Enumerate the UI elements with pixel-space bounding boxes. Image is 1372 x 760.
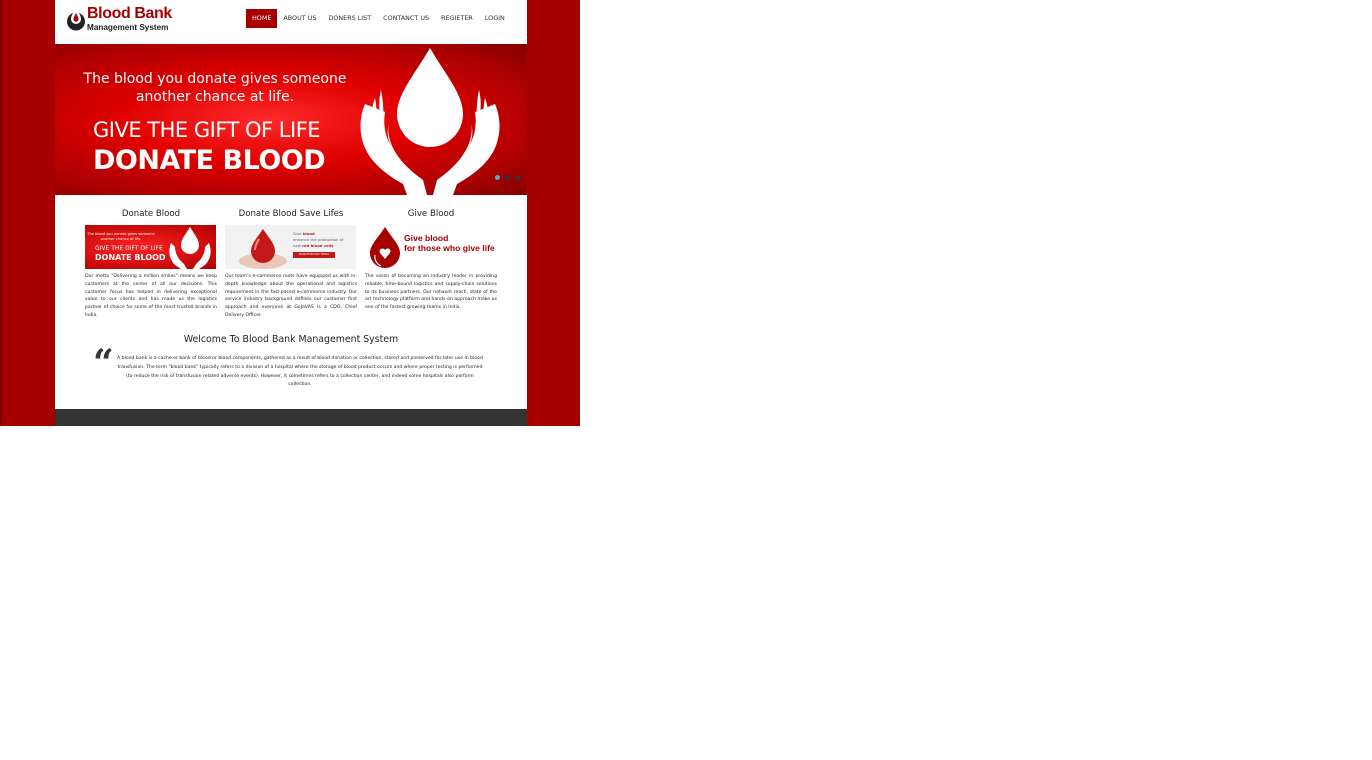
nav-login[interactable]: LOGIN xyxy=(479,9,511,28)
site-header: Blood Bank Management System HOME ABOUT … xyxy=(55,0,527,44)
blood-drop-logo-icon xyxy=(67,8,85,31)
thumb-give-life: for those who give life xyxy=(404,243,495,253)
nav-about-us[interactable]: ABOUT US xyxy=(277,9,322,28)
logo-title: Blood Bank xyxy=(87,5,172,22)
slider-dot-3[interactable] xyxy=(515,175,520,180)
logo-subtitle: Management System xyxy=(87,23,169,32)
feature-donate-blood-save-lifes: Donate Blood Save Lifes Give blood enhan… xyxy=(225,208,357,320)
thumb-tagline-2: another chance at life. xyxy=(100,237,142,241)
banner-cta-text: DONATE BLOOD xyxy=(93,145,326,176)
thumb-give-blood: Give blood xyxy=(404,233,449,243)
feature-title: Donate Blood xyxy=(121,209,181,219)
thumb-red-cells: red blood cells xyxy=(302,243,334,248)
feature-image[interactable]: Give blood enhance the production of new… xyxy=(225,225,356,269)
banner-tagline-1: The blood you donate gives someone xyxy=(83,71,347,87)
site-logo[interactable]: Blood Bank Management System xyxy=(65,4,185,34)
blood-drop-heart-icon xyxy=(370,227,400,268)
feature-description: The vision of becoming an industry leade… xyxy=(365,274,497,311)
welcome-title: Welcome To Blood Bank Management System xyxy=(183,334,399,345)
nav-doners-list[interactable]: DONERS LIST xyxy=(322,9,377,28)
nav-register[interactable]: REGIETER xyxy=(435,9,479,28)
thumb-tagline-1: The blood you donate gives someone xyxy=(87,232,155,236)
thumb-headline: GIVE THE GIFT OF LIFE xyxy=(95,245,163,252)
feature-title: Donate Blood Save Lifes xyxy=(238,209,344,219)
main-nav: HOME ABOUT US DONERS LIST CONTANCT US RE… xyxy=(246,9,511,28)
thumb-cta: DONATE BLOOD xyxy=(95,253,166,262)
welcome-text: A blood bank is a cache or bank of blood… xyxy=(117,356,483,388)
feature-description: Our motto "Delivering a million smiles" … xyxy=(85,274,217,318)
hands-blood-drop-icon xyxy=(169,227,211,269)
site-footer xyxy=(55,409,527,426)
hands-blood-drop-icon xyxy=(360,48,500,195)
slider-dot-1[interactable] xyxy=(495,175,500,180)
banner-tagline-2: another chance at life. xyxy=(135,89,295,105)
thumb-line3-wrap: new red blood cells xyxy=(293,243,334,248)
hero-slider[interactable]: The blood you donate gives someone anoth… xyxy=(55,44,527,195)
feature-give-blood: Give Blood Give blood for those who give… xyxy=(365,208,497,312)
feature-description: Our team's e-commerce roots have equippe… xyxy=(225,274,357,318)
quote-mark-icon: “ xyxy=(93,342,114,384)
feature-title: Give Blood xyxy=(407,209,455,219)
feature-donate-blood: Donate Blood The blood you donate gives … xyxy=(85,208,217,320)
feature-image[interactable]: Give blood for those who give life xyxy=(365,225,496,269)
nav-contact-us[interactable]: CONTANCT US xyxy=(377,9,435,28)
nav-home[interactable]: HOME xyxy=(246,9,278,28)
browser-viewport: Blood Bank Management System HOME ABOUT … xyxy=(0,0,580,426)
thumb-give: Give xyxy=(293,231,302,236)
blood-drop-hands-icon xyxy=(239,229,287,269)
thumb-line1-wrap: Give blood xyxy=(293,231,315,236)
slider-dot-2[interactable] xyxy=(505,175,510,180)
thumb-line2: enhance the production of xyxy=(293,237,344,242)
banner-headline: GIVE THE GIFT OF LIFE xyxy=(93,118,321,142)
feature-image[interactable]: The blood you donate gives someone anoth… xyxy=(85,225,216,269)
slider-pagination xyxy=(495,175,520,180)
thumb-new: new xyxy=(293,243,301,248)
donate-today-button[interactable]: DONATE BLOOD TODAY xyxy=(293,252,335,258)
page-container: Blood Bank Management System HOME ABOUT … xyxy=(55,0,527,426)
thumb-blood: blood xyxy=(302,231,315,236)
